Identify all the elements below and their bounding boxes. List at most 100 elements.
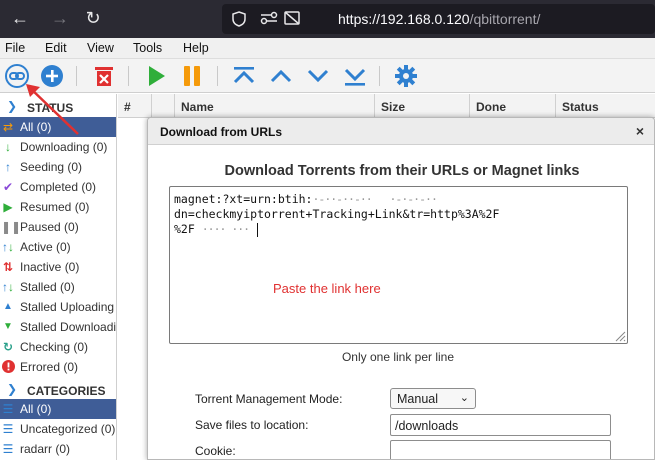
urls-line-2: dn=checkmyiptorrent+Tracking+Link&tr=htt… [174, 207, 500, 221]
address-bar[interactable]: https://192.168.0.120/qbittorrent/ [222, 4, 655, 34]
browser-toolbar: ← → ↻ https://192.168.0.120/qbittorrent/ [0, 0, 655, 38]
management-mode-label: Torrent Management Mode: [195, 392, 343, 406]
filter-checking[interactable]: ↻ Checking (0) [0, 337, 116, 357]
categories-header[interactable]: ❯ CATEGORIES [0, 380, 116, 400]
settings-icon[interactable] [394, 64, 418, 88]
select-value: Manual [397, 392, 438, 406]
filter-seeding[interactable]: ↑ Seeding (0) [0, 157, 116, 177]
filter-all[interactable]: ⇄ All (0) [0, 117, 116, 137]
column-name[interactable]: Name [174, 94, 374, 118]
cookie-label: Cookie: [195, 444, 236, 458]
dialog-header[interactable]: Download from URLs × [148, 118, 654, 145]
shield-icon[interactable] [232, 11, 246, 30]
resume-icon[interactable] [144, 64, 168, 88]
column-label: # [124, 100, 131, 114]
category-radarr[interactable]: ☰ radarr (0) [0, 439, 116, 459]
filter-label: All (0) [20, 120, 52, 134]
column-done[interactable]: Done [469, 94, 555, 118]
one-link-note: Only one link per line [341, 350, 455, 364]
menu-tools[interactable]: Tools [133, 41, 162, 55]
toolbar-separator [128, 66, 129, 86]
forward-arrow-icon[interactable]: → [49, 7, 71, 29]
filter-completed[interactable]: ✔ Completed (0) [0, 177, 116, 197]
filter-label: Errored (0) [20, 360, 79, 374]
status-header[interactable]: ❯ STATUS [0, 97, 116, 117]
toolbar-separator [379, 66, 380, 86]
cookie-input[interactable] [390, 440, 611, 459]
filter-stalled-uploading[interactable]: ▲ Stalled Uploading (0) [0, 297, 116, 317]
reload-icon[interactable]: ↻ [82, 7, 104, 29]
status-header-label: STATUS [27, 101, 74, 115]
close-icon[interactable]: × [636, 123, 644, 139]
column-number[interactable]: # [118, 94, 151, 118]
menu-edit[interactable]: Edit [45, 41, 67, 55]
add-file-icon[interactable] [40, 64, 64, 88]
redacted-text: ·-··-··-·· ·-·-·-·· [312, 192, 437, 206]
urls-line-1: magnet:?xt=urn:btih: [174, 192, 313, 206]
resize-grip-icon[interactable] [614, 330, 626, 342]
move-down-icon[interactable] [306, 64, 330, 88]
column-status[interactable]: Status [555, 94, 655, 118]
move-up-icon[interactable] [269, 64, 293, 88]
torrent-table-header: # Name Size Done Status [118, 94, 655, 118]
error-icon [1, 360, 15, 374]
url-path: /qbittorrent/ [469, 11, 541, 27]
pause-icon[interactable] [180, 64, 204, 88]
urls-line-3: %2F [174, 222, 195, 236]
category-label: Uncategorized (0) [20, 422, 116, 436]
permissions-icon[interactable] [260, 11, 278, 28]
filter-label: Inactive (0) [20, 260, 80, 274]
updown-icon: ↑↓ [2, 240, 14, 254]
filter-active[interactable]: ↑↓ Active (0) [0, 237, 116, 257]
category-label: radarr (0) [20, 442, 71, 456]
insecure-lock-icon[interactable] [284, 11, 300, 28]
filter-label: Checking (0) [20, 340, 89, 354]
list-icon: ☰ [2, 422, 14, 436]
menu-file[interactable]: File [5, 41, 25, 55]
category-all[interactable]: ☰ All (0) [0, 399, 116, 419]
delete-icon[interactable] [92, 64, 116, 88]
category-uncategorized[interactable]: ☰ Uncategorized (0) [0, 419, 116, 439]
column-label: Status [562, 100, 599, 114]
check-icon: ✔ [2, 180, 14, 194]
menu-view[interactable]: View [87, 41, 114, 55]
add-link-icon[interactable] [5, 64, 29, 88]
save-location-input[interactable]: /downloads [390, 414, 611, 436]
list-icon: ☰ [2, 442, 14, 456]
stalled-down-icon: ▼ [3, 321, 13, 332]
move-bottom-icon[interactable] [343, 64, 367, 88]
column-size[interactable]: Size [374, 94, 469, 118]
text-caret [257, 222, 259, 237]
upload-icon: ↑ [5, 160, 11, 174]
filter-resumed[interactable]: ▶ Resumed (0) [0, 197, 116, 217]
pause-icon: ❚❚ [1, 220, 22, 234]
back-arrow-icon[interactable]: ← [9, 7, 31, 29]
filter-label: Stalled Downloading (0) [20, 320, 117, 334]
dialog-heading: Download Torrents from their URLs or Mag… [224, 163, 580, 179]
filter-label: Paused (0) [20, 220, 79, 234]
refresh-icon: ↻ [2, 340, 14, 354]
filter-downloading[interactable]: ↓ Downloading (0) [0, 137, 116, 157]
menu-bar: File Edit View Tools Help [0, 38, 655, 59]
move-top-icon[interactable] [232, 64, 256, 88]
column-label: Size [381, 100, 406, 114]
filter-errored[interactable]: Errored (0) [0, 357, 116, 377]
url-text: https://192.168.0.120/qbittorrent/ [338, 11, 540, 27]
filter-inactive[interactable]: ⇅ Inactive (0) [0, 257, 116, 277]
filter-paused[interactable]: ❚❚ Paused (0) [0, 217, 116, 237]
categories-header-label: CATEGORIES [27, 384, 106, 398]
url-host: https://192.168.0.120 [338, 11, 470, 27]
filter-label: Completed (0) [20, 180, 97, 194]
management-mode-select[interactable]: Manual ⌄ [390, 388, 476, 409]
list-icon: ☰ [2, 402, 14, 416]
column-priority[interactable] [151, 94, 174, 118]
filter-label: Stalled Uploading (0) [20, 300, 116, 314]
stalled-up-icon: ▲ [3, 301, 13, 312]
menu-help[interactable]: Help [183, 41, 209, 55]
play-icon: ▶ [3, 200, 13, 214]
filter-stalled-downloading[interactable]: ▼ Stalled Downloading (0) [0, 317, 117, 337]
filter-stalled[interactable]: ↑↓ Stalled (0) [0, 277, 116, 297]
filter-label: Downloading (0) [20, 140, 108, 154]
urls-textarea[interactable]: magnet:?xt=urn:btih:·-··-··-·· ·-·-·-·· … [169, 186, 628, 344]
dialog-title: Download from URLs [160, 125, 282, 139]
